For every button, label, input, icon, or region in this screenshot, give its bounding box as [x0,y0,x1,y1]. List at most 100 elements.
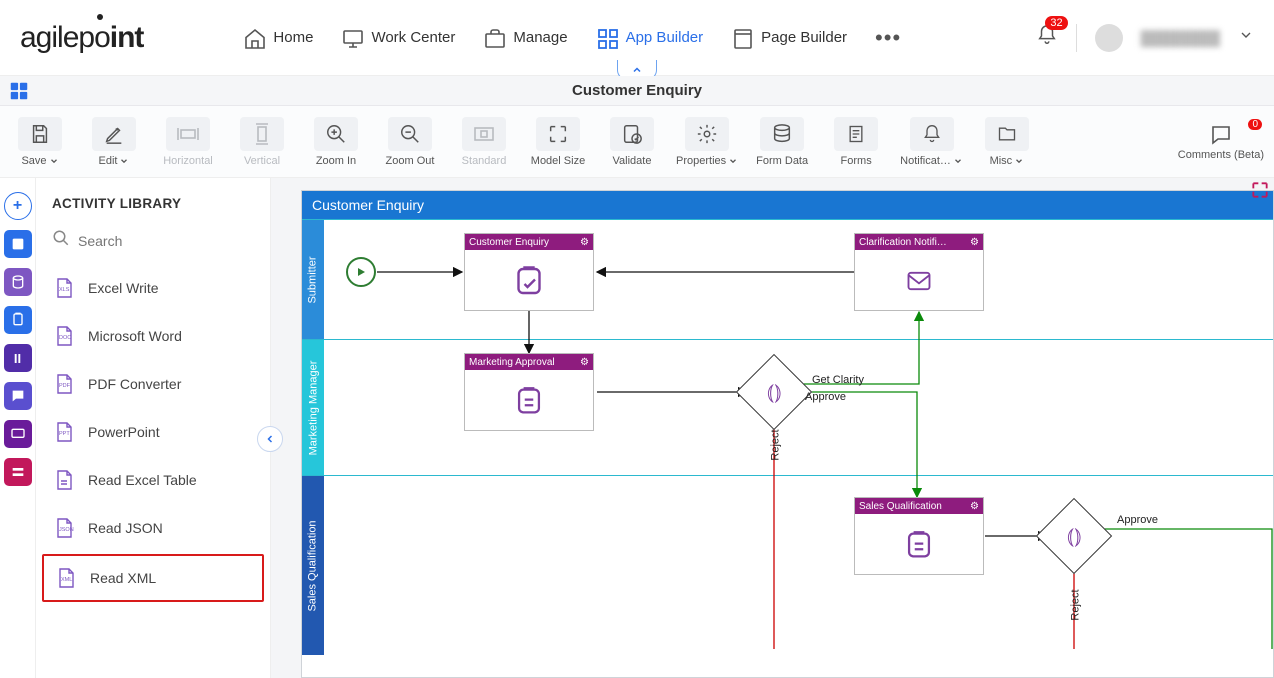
toolbar-horizontal[interactable]: Horizontal [158,117,218,167]
file-icon: PPT [52,420,76,444]
rail-category-5[interactable] [4,382,32,410]
svg-text:PPT: PPT [59,431,70,437]
file-icon: XML [54,566,78,590]
apps-icon [596,27,618,49]
start-event[interactable] [346,257,376,287]
comments-count-badge: 0 [1248,119,1262,130]
file-icon: PDF [52,372,76,396]
lane-marketing-header[interactable]: Marketing Manager [302,340,324,475]
rail-category-7[interactable] [4,458,32,486]
rail-category-6[interactable] [4,420,32,448]
category-rail: + II [0,178,36,678]
library-title: ACTIVITY LIBRARY [36,178,270,223]
toolbar-standard[interactable]: Standard [454,117,514,167]
canvas-title: Customer Enquiry [302,191,1273,219]
rail-add-button[interactable]: + [4,192,32,220]
fullscreen-icon[interactable] [1250,180,1270,205]
activity-item[interactable]: JSON Read JSON [36,504,270,552]
edge-label-approve-2: Approve [1117,514,1158,526]
node-clarification-notify[interactable]: Clarification Notifi…⚙ [854,233,984,311]
edge-label-approve-1: Approve [805,391,846,403]
username: ████████ [1141,30,1220,46]
gear-icon[interactable]: ⚙ [580,357,589,368]
nav-work-center[interactable]: Work Center [341,27,455,49]
library-search[interactable] [46,225,260,256]
notification-count-badge: 32 [1045,16,1067,30]
nav-home-label: Home [273,29,313,46]
comments-label: Comments (Beta) [1178,149,1264,161]
nav-page-builder[interactable]: Page Builder [731,27,847,49]
svg-text:JSON: JSON [59,527,74,533]
activity-item[interactable]: Read Excel Table [36,456,270,504]
nav-home[interactable]: Home [243,27,313,49]
toolbar-notifications[interactable]: Notificat… [900,117,963,167]
briefcase-icon [483,27,505,49]
nav-manage[interactable]: Manage [483,27,567,49]
lane-submitter-header[interactable]: Submitter [302,220,324,339]
logo-pre: agilep [20,21,94,54]
node-sales-qualification[interactable]: Sales Qualification⚙ [854,497,984,575]
toolbar-model-size[interactable]: Model Size [528,117,588,167]
activity-item[interactable]: DOC Microsoft Word [36,312,270,360]
activity-item-label: Microsoft Word [88,328,182,344]
svg-text:DOC: DOC [59,335,71,341]
toolbar-vertical[interactable]: Vertical [232,117,292,167]
toolbar-properties[interactable]: Properties [676,117,738,167]
toolbar-forms[interactable]: Forms [826,117,886,167]
toolbar-zoom-out[interactable]: Zoom Out [380,117,440,167]
logo-post: int [110,21,144,54]
rail-category-1[interactable] [4,230,32,258]
search-input[interactable] [78,233,259,249]
file-icon: XLS [52,276,76,300]
search-icon [52,229,70,252]
toolbar-validate[interactable]: Validate [602,117,662,167]
activity-item[interactable]: PPT PowerPoint [36,408,270,456]
activity-sidebar: ACTIVITY LIBRARY XLS Excel Write DOC Micros… [36,178,271,678]
toolbar-save[interactable]: Save [10,117,70,167]
avatar[interactable] [1095,24,1123,52]
activity-item-label: Read JSON [88,520,163,536]
activity-item-label: Excel Write [88,280,159,296]
node-customer-enquiry[interactable]: Customer Enquiry⚙ [464,233,594,311]
activity-item-label: PDF Converter [88,376,181,392]
file-icon [52,468,76,492]
activity-item[interactable]: XLS Excel Write [36,264,270,312]
lane-submitter: Submitter [302,219,1273,339]
notifications-bell[interactable]: 32 [1036,24,1058,51]
activity-item-label: Read Excel Table [88,472,197,488]
divider [1076,24,1077,52]
nav-more-icon[interactable]: ••• [875,25,901,51]
svg-text:XLS: XLS [59,287,70,293]
gear-icon[interactable]: ⚙ [970,501,979,512]
monitor-icon [341,27,363,49]
activity-item[interactable]: PDF PDF Converter [36,360,270,408]
nav-app-builder-label: App Builder [626,29,704,46]
node-marketing-approval[interactable]: Marketing Approval⚙ [464,353,594,431]
page-title: Customer Enquiry [572,82,702,99]
edge-label-reject-1: Reject [770,429,782,460]
file-icon: JSON [52,516,76,540]
nav-manage-label: Manage [513,29,567,46]
toolbar-misc[interactable]: Misc [977,117,1037,167]
svg-text:XML: XML [61,577,72,583]
user-menu-chevron-icon[interactable] [1238,27,1254,48]
rail-category-3[interactable] [4,306,32,334]
nav-app-builder[interactable]: App Builder [596,27,704,49]
rail-category-4[interactable]: II [4,344,32,372]
toolbar-zoom-in[interactable]: Zoom In [306,117,366,167]
rail-category-2[interactable] [4,268,32,296]
gear-icon[interactable]: ⚙ [970,237,979,248]
file-icon: DOC [52,324,76,348]
grid-view-icon[interactable] [8,80,30,102]
lane-sales-header[interactable]: Sales Qualification [302,476,324,655]
home-icon [243,27,265,49]
gear-icon[interactable]: ⚙ [580,237,589,248]
toolbar-form-data[interactable]: Form Data [752,117,812,167]
edge-label-reject-2: Reject [1070,589,1082,620]
toolbar-edit[interactable]: Edit [84,117,144,167]
toolbar-comments[interactable]: 0 Comments (Beta) [1178,123,1264,161]
logo: agilepoint [20,21,143,55]
activity-item-label: Read XML [90,570,156,586]
activity-item-label: PowerPoint [88,424,160,440]
activity-item[interactable]: XML Read XML [42,554,264,602]
